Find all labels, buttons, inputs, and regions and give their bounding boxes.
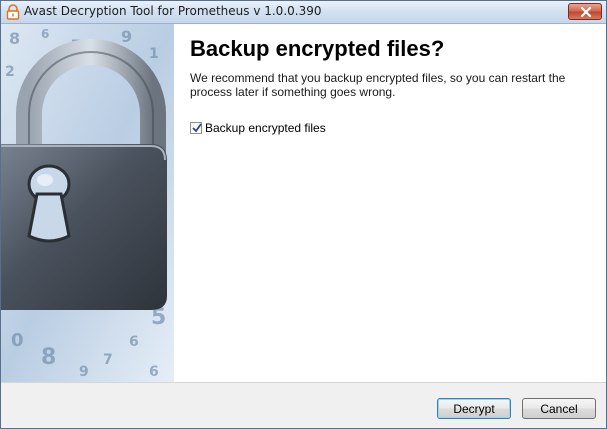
cancel-button[interactable]: Cancel (522, 398, 596, 419)
banner-digit: 7 (103, 352, 113, 368)
close-icon (580, 7, 592, 17)
banner-digit: 9 (121, 27, 132, 46)
checkmark-icon (192, 123, 202, 133)
banner-digit: 1 (149, 46, 159, 62)
banner-digit: 8 (41, 345, 56, 370)
banner-digit: 6 (149, 364, 159, 380)
banner-digit: 0 (11, 330, 24, 351)
content-area: 8 6 7 9 1 2 3 4 5 6 0 8 9 7 6 (1, 24, 606, 382)
decrypt-button[interactable]: Decrypt (437, 398, 511, 419)
title-bar[interactable]: Avast Decryption Tool for Prometheus v 1… (1, 1, 606, 24)
avast-lock-icon (5, 4, 21, 20)
window-title: Avast Decryption Tool for Prometheus v 1… (24, 4, 322, 18)
banner-digit: 8 (9, 29, 20, 48)
padlock-banner: 8 6 7 9 1 2 3 4 5 6 0 8 9 7 6 (1, 24, 174, 382)
banner-digit: 2 (5, 64, 15, 80)
backup-checkbox-label[interactable]: Backup encrypted files (205, 121, 326, 135)
banner-digit: 6 (41, 27, 49, 41)
footer-divider (1, 382, 606, 383)
page-title: Backup encrypted files? (190, 36, 445, 61)
installer-window: Avast Decryption Tool for Prometheus v 1… (0, 0, 607, 429)
banner-digit: 9 (79, 364, 89, 380)
close-button[interactable] (568, 3, 602, 20)
backup-checkbox-row[interactable]: Backup encrypted files (190, 121, 326, 135)
page-description: We recommend that you backup encrypted f… (190, 71, 566, 99)
backup-checkbox[interactable] (190, 122, 202, 134)
banner-digit: 6 (129, 334, 139, 350)
